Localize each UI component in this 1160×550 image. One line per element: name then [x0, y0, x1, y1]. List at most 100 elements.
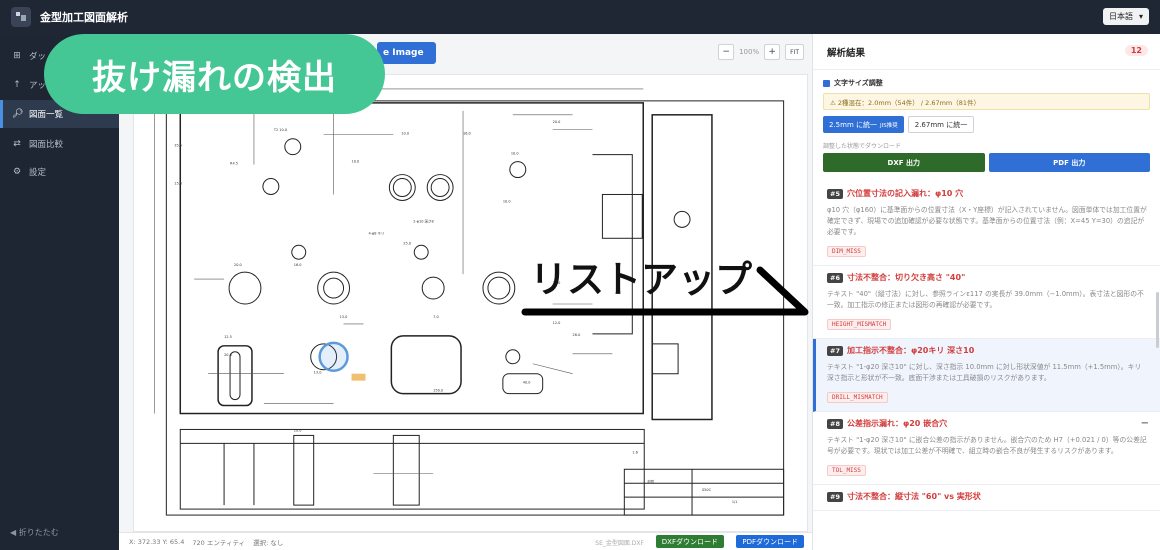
svg-text:20.0: 20.0 [224, 353, 232, 357]
issue-title-text: 寸法不整合：縦寸法 "60" vs 実形状 [846, 492, 981, 501]
svg-text:35.5: 35.5 [174, 144, 182, 148]
svg-text:1.6: 1.6 [632, 450, 638, 454]
issue-code: TOL_MISS [827, 465, 866, 476]
app-title: 金型加工図面解析 [40, 11, 128, 24]
issue-title-text: 加工指示不整合：φ20キリ 深さ10 [846, 346, 975, 355]
issue-item-7[interactable]: #7 加工指示不整合：φ20キリ 深さ10 テキスト "1-φ20 深さ10" … [813, 339, 1160, 412]
dxf-output-button[interactable]: DXF 出力 [823, 153, 985, 172]
unify-2-67mm-button[interactable]: 2.67mm に統一 [907, 116, 975, 133]
list-up-callout: リストアップ [530, 258, 752, 301]
chevron-down-icon: ▾ [1138, 12, 1143, 21]
svg-text:28.0: 28.0 [573, 333, 581, 337]
svg-text:4-φ8 キリ: 4-φ8 キリ [368, 231, 384, 235]
file-name: SE_金型図面.DXF [595, 540, 644, 547]
panel-scrollbar[interactable] [1156, 292, 1159, 348]
swap-icon: ⇄ [13, 139, 21, 149]
issue-number: #6 [827, 272, 843, 283]
entity-count: 720 エンティティ [192, 538, 246, 547]
panel-title: 解析結果 [827, 47, 866, 59]
unify-2-5mm-button[interactable]: 2.5mm に統一 JIS推奨 [823, 116, 904, 133]
svg-text:12.5: 12.5 [224, 335, 232, 339]
zoom-out-button[interactable]: − [718, 44, 735, 60]
language-value: 日本語 [1108, 12, 1133, 21]
selection-status: 選択: なし [253, 538, 284, 547]
zoom-level: 100% [739, 48, 760, 56]
issue-item-6[interactable]: #6 寸法不整合：切り欠き高さ "40" テキスト "40"（縦寸法）に対し、参… [813, 266, 1160, 339]
sidebar-item-label: 設定 [29, 168, 47, 178]
svg-text:7.0: 7.0 [433, 315, 439, 319]
svg-text:S50C: S50C [702, 488, 712, 492]
pdf-output-button[interactable]: PDF 出力 [988, 153, 1150, 172]
svg-text:材質: 材質 [647, 479, 654, 484]
panel-header: 解析結果 12 [813, 34, 1160, 70]
svg-text:10.0: 10.0 [352, 160, 360, 164]
issue-number: #5 [827, 188, 843, 199]
top-bar: 金型加工図面解析 日本語 ▾ [0, 0, 1160, 34]
font-size-section: 文字サイズ調整 ⚠ 2種混在：2.0mm（54件） / 2.67mm（81件） … [813, 70, 1160, 172]
zoom-controls: − 100% + FIT [718, 44, 804, 60]
checkbox-icon[interactable] [823, 79, 830, 87]
gear-icon: ⚙ [12, 167, 22, 177]
issue-number: #7 [827, 345, 843, 356]
svg-text:16.0: 16.0 [294, 263, 302, 267]
issue-title-text: 穴位置寸法の記入漏れ：φ10 穴 [846, 189, 964, 198]
adjust-download-label: 調整した状態でダウンロード [823, 143, 902, 150]
svg-text:25.0: 25.0 [403, 241, 411, 245]
output-buttons: DXF 出力 PDF 出力 [823, 153, 1150, 172]
issue-title: #8 公差指示漏れ：φ20 嵌合穴 [827, 418, 1147, 429]
font-mix-warning: ⚠ 2種混在：2.0mm（54件） / 2.67mm（81件） [823, 93, 1150, 110]
sidebar-item-label: 図面一覧 [29, 110, 64, 120]
app-logo-icon [11, 7, 31, 27]
issue-title-text: 寸法不整合：切り欠き高さ "40" [846, 273, 966, 282]
issue-body: φ10 穴（φ160）に基準面からの位置寸法（X・Y座標）が記入されていません。… [827, 206, 1147, 236]
svg-text:12.0: 12.0 [553, 321, 561, 325]
issue-title: #7 加工指示不整合：φ20キリ 深さ10 [827, 345, 1147, 356]
svg-text:13.0: 13.0 [314, 371, 322, 375]
issue-title: #9 寸法不整合：縦寸法 "60" vs 実形状 [827, 491, 1147, 502]
svg-text:16.0: 16.0 [463, 132, 471, 136]
dxf-download-button[interactable]: DXFダウンロード [655, 535, 724, 548]
search-icon: 🔎︎ [12, 109, 24, 119]
svg-text:13.0: 13.0 [340, 315, 348, 319]
issue-code: DIM_MISS [827, 246, 866, 257]
issue-item-9[interactable]: #9 寸法不整合：縦寸法 "60" vs 実形状 [813, 485, 1160, 511]
jis-note: JIS推奨 [880, 122, 898, 129]
issue-count-badge: 12 [1124, 45, 1148, 56]
zoom-fit-button[interactable]: FIT [785, 44, 804, 60]
svg-text:20.0: 20.0 [294, 428, 302, 432]
sidebar-item-label: 図面比較 [29, 140, 64, 150]
upload-arrow-icon: ↑ [13, 80, 21, 90]
language-select[interactable]: 日本語 ▾ [1102, 8, 1149, 25]
issue-item-8[interactable]: − #8 公差指示漏れ：φ20 嵌合穴 テキスト "1-φ20 深さ10" に嵌… [813, 412, 1160, 485]
svg-text:2-φ10 深さ8: 2-φ10 深さ8 [413, 218, 433, 223]
collapse-sidebar-button[interactable]: ◀ 折りたたむ [10, 527, 59, 538]
issue-title: #6 寸法不整合：切り欠き高さ "40" [827, 272, 1147, 283]
pdf-download-button[interactable]: PDFダウンロード [736, 535, 804, 548]
sidebar-item-label: アッ [29, 81, 47, 91]
svg-text:20.0: 20.0 [553, 120, 561, 124]
issue-item-5[interactable]: #5 穴位置寸法の記入漏れ：φ10 穴 φ10 穴（φ160）に基準面からの位置… [813, 182, 1160, 266]
svg-text:40.0: 40.0 [523, 381, 531, 385]
issue-body: テキスト "40"（縦寸法）に対し、参照ラインε117 の実長が 39.0mm（… [827, 290, 1144, 309]
cursor-coords: X: 372.33 Y: 65.4 [129, 537, 185, 546]
issue-code: HEIGHT_MISMATCH [827, 319, 892, 330]
grid-icon: ⊞ [13, 51, 21, 61]
issue-list: #5 穴位置寸法の記入漏れ：φ10 穴 φ10 穴（φ160）に基準面からの位置… [813, 182, 1160, 511]
issue-body: テキスト "1-φ20 深さ10" に対し、深さ指示 10.0mm に対し形状深… [827, 363, 1142, 382]
issue-number: #8 [827, 418, 843, 429]
svg-text:10.0: 10.0 [511, 152, 519, 156]
issue-title: #5 穴位置寸法の記入漏れ：φ10 穴 [827, 188, 1147, 199]
font-size-title-text: 文字サイズ調整 [834, 79, 883, 87]
zoom-in-button[interactable]: + [764, 44, 781, 60]
sidebar-item-settings[interactable]: ⚙ 設定 [0, 158, 119, 186]
font-size-title: 文字サイズ調整 [823, 78, 1150, 88]
issue-title-text: 公差指示漏れ：φ20 嵌合穴 [846, 419, 948, 428]
svg-text:T2 10.0: T2 10.0 [273, 128, 287, 132]
unify-primary-label: 2.5mm に統一 [829, 120, 877, 129]
svg-text:150.0: 150.0 [433, 389, 443, 393]
svg-text:15.0: 15.0 [174, 182, 182, 186]
sidebar-item-compare[interactable]: ⇄ 図面比較 [0, 130, 119, 158]
collapse-minus-icon[interactable]: − [1141, 418, 1149, 429]
upload-image-button[interactable]: e Image [377, 42, 436, 64]
missing-detection-callout: 抜け漏れの検出 [44, 34, 385, 114]
